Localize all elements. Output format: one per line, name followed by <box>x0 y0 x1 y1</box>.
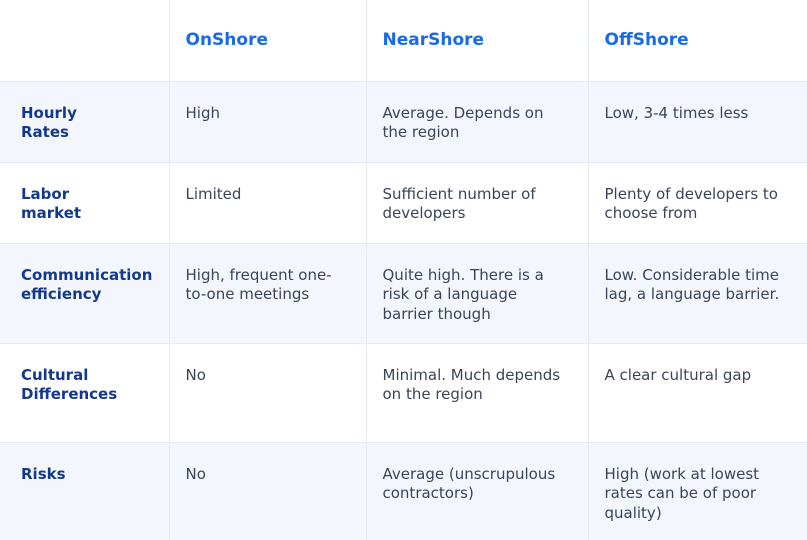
header-row: OnShore NearShore OffShore <box>0 0 807 82</box>
row-label-line: Rates <box>21 123 69 141</box>
row-label-communication-efficiency: Communication efficiency <box>0 243 169 344</box>
row-label-labor-market: Labor market <box>0 162 169 244</box>
row-label-cultural-differences: Cultural Differences <box>0 343 169 443</box>
header-offshore: OffShore <box>587 0 807 82</box>
cell-offshore: Plenty of developers to choose from <box>587 162 807 244</box>
cell-offshore: Low. Considerable time lag, a language b… <box>587 243 807 344</box>
row-label-line: efficiency <box>21 285 102 303</box>
row-label-hourly-rates: Hourly Rates <box>0 81 169 163</box>
table-row-cultural-differences: Cultural Differences No Minimal. Much dep… <box>0 343 807 443</box>
header-onshore: OnShore <box>168 0 366 82</box>
cell-nearshore: Sufficient number of developers <box>365 162 588 244</box>
header-empty <box>0 0 169 82</box>
row-label-line: Communication <box>21 265 153 284</box>
cell-nearshore: Average (unscrupulous contractors) <box>365 442 588 540</box>
table-row-labor-market: Labor market Limited Sufficient number of… <box>0 162 807 244</box>
cell-nearshore: Minimal. Much depends on the region <box>365 343 588 443</box>
comparison-table: OnShore NearShore OffShore Hourly Rates H… <box>0 0 807 540</box>
cell-nearshore: Average. Depends on the region <box>365 81 588 163</box>
row-label-risks: Risks <box>0 442 169 540</box>
header-nearshore: NearShore <box>365 0 588 82</box>
cell-onshore: High <box>168 81 366 163</box>
cell-onshore: Limited <box>168 162 366 244</box>
cell-onshore: No <box>168 343 366 443</box>
table-row-communication-efficiency: Communication efficiency High, frequent o… <box>0 243 807 344</box>
table-row-risks: Risks No Average (unscrupulous contracto… <box>0 442 807 540</box>
cell-onshore: High, frequent one-to-one meetings <box>168 243 366 344</box>
table-row-hourly-rates: Hourly Rates High Average. Depends on the… <box>0 81 807 163</box>
row-label-line: Labor <box>21 184 70 203</box>
row-label-line: Cultural <box>21 365 89 384</box>
row-label-line: Differences <box>21 385 118 403</box>
row-label-line: market <box>21 204 82 222</box>
cell-offshore: Low, 3-4 times less <box>587 81 807 163</box>
cell-onshore: No <box>168 442 366 540</box>
row-label-line: Hourly <box>21 103 77 122</box>
cell-offshore: A clear cultural gap <box>587 343 807 443</box>
cell-offshore: High (work at lowest rates can be of poo… <box>587 442 807 540</box>
cell-nearshore: Quite high. There is a risk of a languag… <box>365 243 588 344</box>
